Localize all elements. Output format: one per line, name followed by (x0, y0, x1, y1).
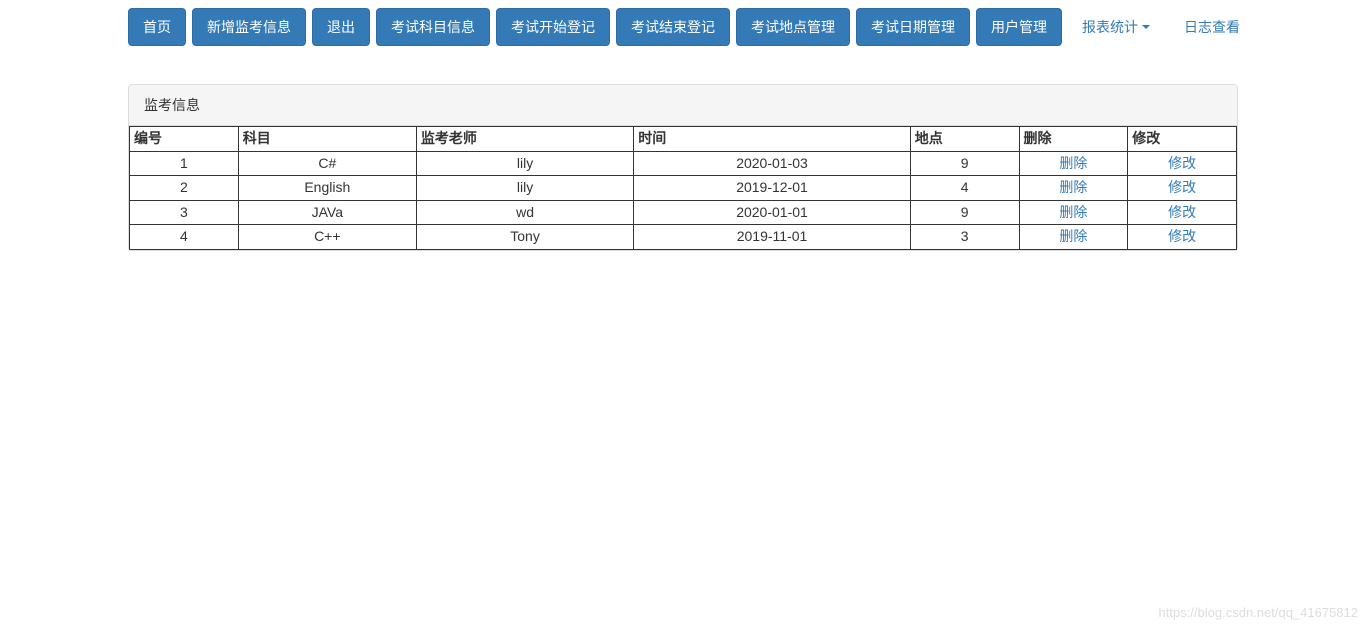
table-row: 4C++Tony2019-11-013 删除 修改 (130, 225, 1237, 250)
nav-logout[interactable]: 退出 (312, 8, 370, 46)
cell-location: 9 (910, 151, 1019, 176)
cell-subject: C# (238, 151, 416, 176)
cell-subject: JAVa (238, 200, 416, 225)
col-modify: 修改 (1128, 127, 1237, 152)
modify-link[interactable]: 修改 (1168, 179, 1196, 195)
table-row: 3JAVawd2020-01-019 删除 修改 (130, 200, 1237, 225)
modify-link[interactable]: 修改 (1168, 155, 1196, 171)
cell-location: 9 (910, 200, 1019, 225)
cell-delete: 删除 (1019, 176, 1128, 201)
cell-subject: English (238, 176, 416, 201)
nav-report-stats[interactable]: 报表统计 (1068, 9, 1164, 45)
cell-modify: 修改 (1128, 176, 1237, 201)
cell-time: 2020-01-03 (634, 151, 911, 176)
top-nav: 首页新增监考信息退出考试科目信息考试开始登记考试结束登记考试地点管理考试日期管理… (128, 0, 1238, 54)
table-row: 1C#lily2020-01-039 删除 修改 (130, 151, 1237, 176)
cell-id: 2 (130, 176, 239, 201)
cell-time: 2019-11-01 (634, 225, 911, 250)
invigilation-table: 编号 科目 监考老师 时间 地点 删除 修改 1C#lily2020-01-03… (129, 126, 1237, 250)
table-header-row: 编号 科目 监考老师 时间 地点 删除 修改 (130, 127, 1237, 152)
col-time: 时间 (634, 127, 911, 152)
chevron-down-icon (1142, 25, 1150, 29)
cell-modify: 修改 (1128, 151, 1237, 176)
nav-location-manage[interactable]: 考试地点管理 (736, 8, 850, 46)
nav-add-invigilation[interactable]: 新增监考信息 (192, 8, 306, 46)
col-subject: 科目 (238, 127, 416, 152)
cell-subject: C++ (238, 225, 416, 250)
cell-location: 4 (910, 176, 1019, 201)
delete-link[interactable]: 删除 (1059, 204, 1087, 220)
nav-start-register[interactable]: 考试开始登记 (496, 8, 610, 46)
cell-time: 2019-12-01 (634, 176, 911, 201)
cell-location: 3 (910, 225, 1019, 250)
delete-link[interactable]: 删除 (1059, 179, 1087, 195)
panel-title: 监考信息 (129, 85, 1237, 126)
cell-delete: 删除 (1019, 151, 1128, 176)
cell-time: 2020-01-01 (634, 200, 911, 225)
cell-delete: 删除 (1019, 200, 1128, 225)
cell-modify: 修改 (1128, 225, 1237, 250)
cell-teacher: lily (416, 151, 633, 176)
nav-subject-info[interactable]: 考试科目信息 (376, 8, 490, 46)
modify-link[interactable]: 修改 (1168, 204, 1196, 220)
delete-link[interactable]: 删除 (1059, 155, 1087, 171)
modify-link[interactable]: 修改 (1168, 228, 1196, 244)
cell-id: 4 (130, 225, 239, 250)
nav-user-manage[interactable]: 用户管理 (976, 8, 1062, 46)
cell-id: 1 (130, 151, 239, 176)
cell-modify: 修改 (1128, 200, 1237, 225)
col-id: 编号 (130, 127, 239, 152)
nav-date-manage[interactable]: 考试日期管理 (856, 8, 970, 46)
cell-teacher: lily (416, 176, 633, 201)
col-location: 地点 (910, 127, 1019, 152)
nav-end-register[interactable]: 考试结束登记 (616, 8, 730, 46)
cell-id: 3 (130, 200, 239, 225)
nav-log-view[interactable]: 日志查看 (1170, 9, 1254, 45)
cell-delete: 删除 (1019, 225, 1128, 250)
invigilation-panel: 监考信息 编号 科目 监考老师 时间 地点 删除 修改 1C#lily2020-… (128, 84, 1238, 251)
cell-teacher: Tony (416, 225, 633, 250)
watermark: https://blog.csdn.net/qq_41675812 (1159, 605, 1359, 620)
table-row: 2Englishlily2019-12-014 删除 修改 (130, 176, 1237, 201)
nav-home[interactable]: 首页 (128, 8, 186, 46)
delete-link[interactable]: 删除 (1059, 228, 1087, 244)
col-delete: 删除 (1019, 127, 1128, 152)
cell-teacher: wd (416, 200, 633, 225)
col-teacher: 监考老师 (416, 127, 633, 152)
